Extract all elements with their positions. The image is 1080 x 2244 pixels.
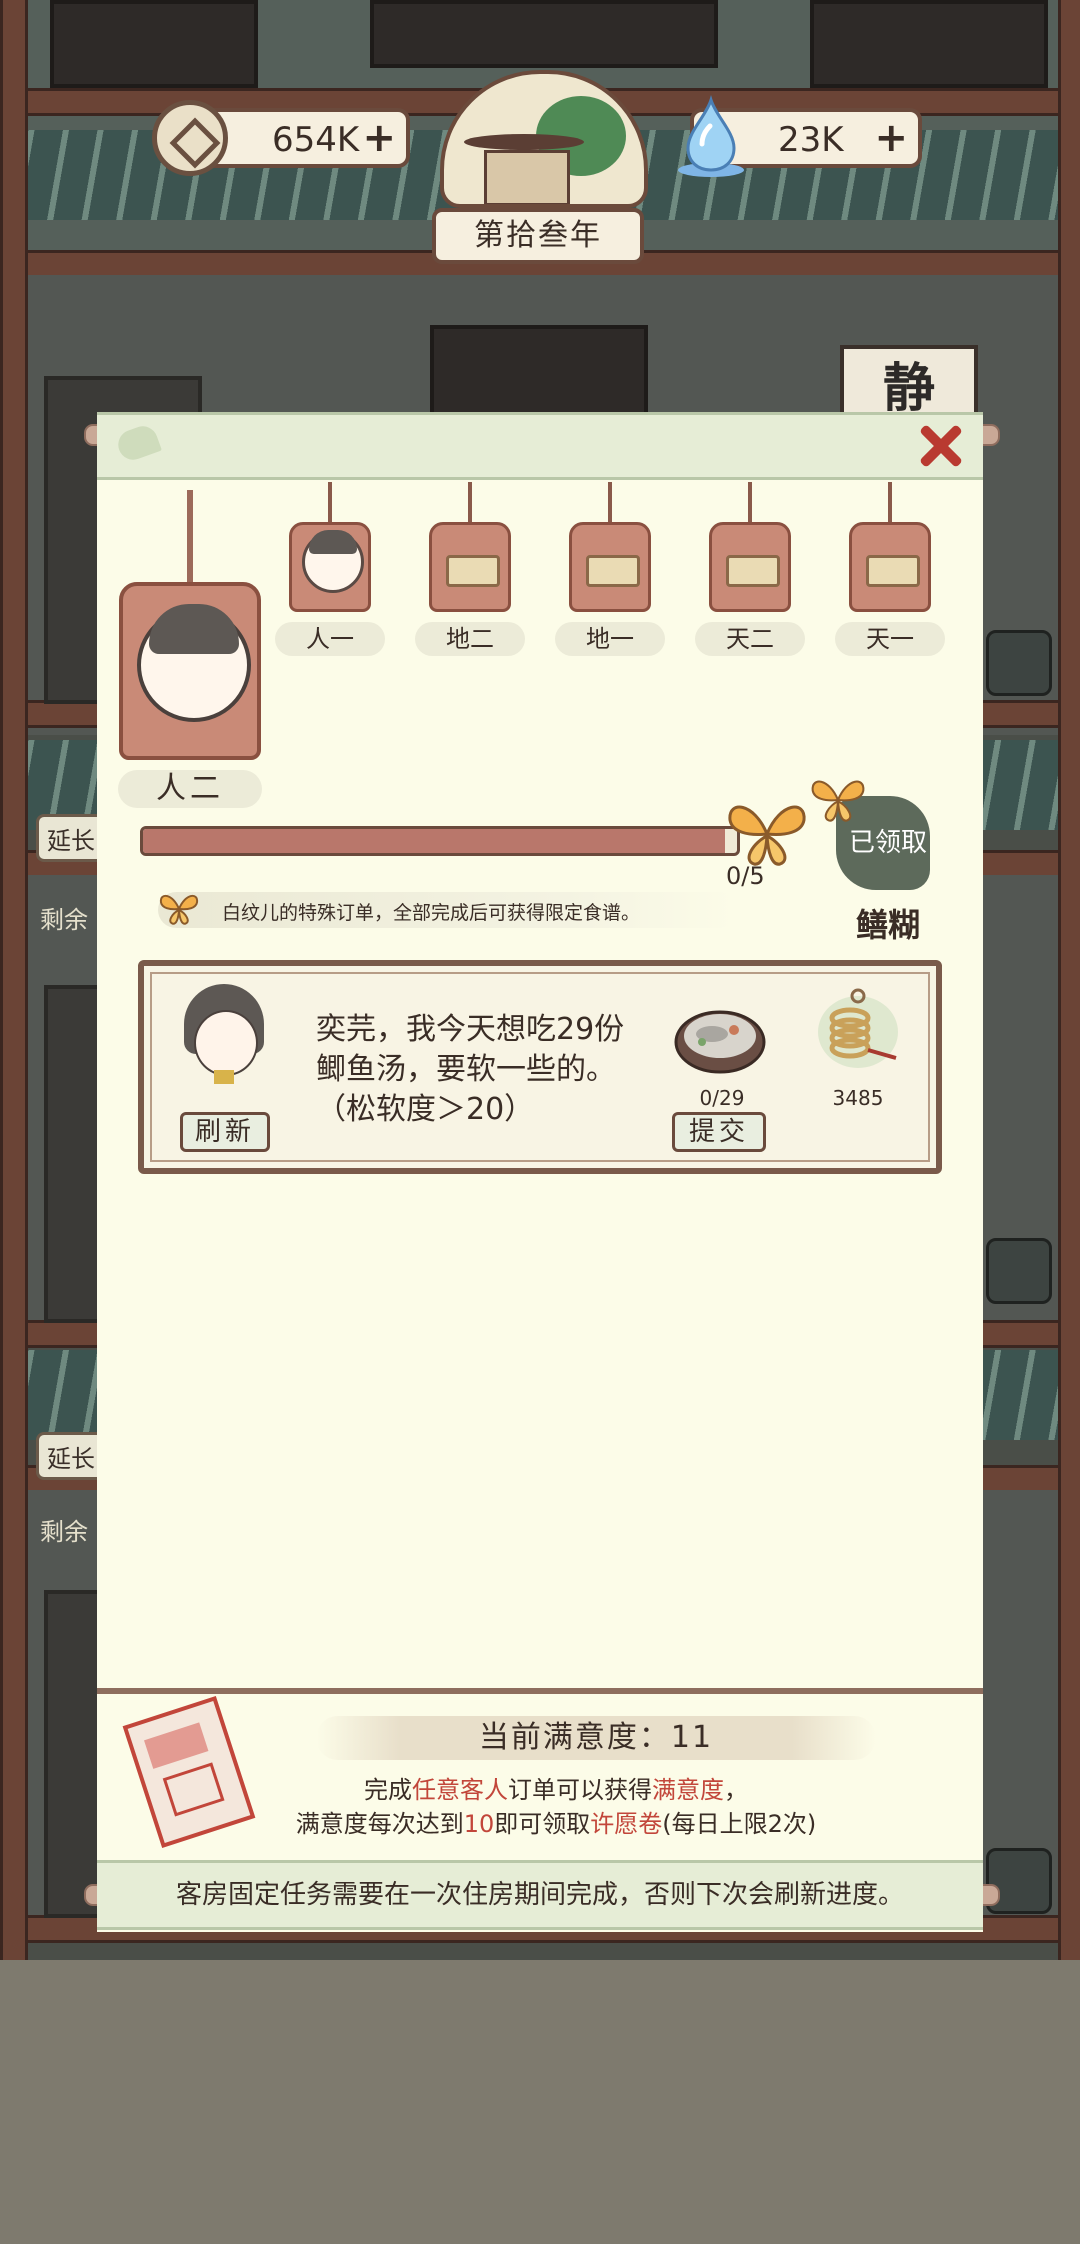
- lock-icon: [446, 555, 500, 587]
- stage-label: 地一: [555, 622, 665, 656]
- footer-note: 客房固定任务需要在一次住房期间完成，否则下次会刷新进度。: [97, 1860, 983, 1930]
- stage-label: 地二: [415, 622, 525, 656]
- butterfly-bullet-icon: [159, 894, 199, 925]
- remaining-label: 剩余: [40, 906, 88, 934]
- order-request-text: 奕芫，我今天想吃29份鲫鱼汤，要软一些的。（松软度＞20）: [316, 1012, 625, 1127]
- stage-tag-2[interactable]: 地二: [415, 482, 525, 656]
- reward-amount: 3485: [832, 1086, 884, 1110]
- lock-icon: [586, 555, 640, 587]
- current-stage-tag: 人二: [118, 490, 262, 808]
- guest-avatar-icon: [302, 530, 364, 593]
- year-label: 第拾叁年: [432, 208, 644, 264]
- dish-progress: 0/29: [699, 1086, 745, 1110]
- order-description: 白纹儿的特殊订单，全部完成后可获得限定食谱。: [222, 902, 641, 924]
- satisfaction-title: 当前满意度：11: [316, 1716, 876, 1760]
- add-spirit-button[interactable]: +: [874, 116, 908, 160]
- coin-string-reward-icon: [818, 988, 898, 1068]
- stage-tag-4[interactable]: 天二: [695, 482, 805, 656]
- stage-label: 人一: [275, 622, 385, 656]
- close-button[interactable]: [912, 418, 968, 474]
- remaining-label-2: 剩余: [40, 1518, 88, 1546]
- stage-tag-1[interactable]: 人一: [275, 482, 385, 656]
- coin-value: 654K: [272, 120, 360, 160]
- panel-header: [97, 412, 983, 480]
- lock-icon: [866, 555, 920, 587]
- fish-soup-dish-icon: [674, 1010, 766, 1074]
- stage-label: 天一: [835, 622, 945, 656]
- add-coins-button[interactable]: +: [362, 116, 396, 160]
- bottom-area: [0, 1960, 1080, 2244]
- submit-button[interactable]: 提交: [672, 1112, 766, 1152]
- lock-icon: [726, 555, 780, 587]
- spirit-value: 23K: [778, 120, 844, 160]
- satisfaction-rule-line-1: 完成任意客人订单可以获得满意度，: [364, 1776, 748, 1804]
- butterfly-icon: [728, 805, 806, 866]
- stage-label: 天二: [695, 622, 805, 656]
- butterfly-small-icon: [811, 780, 865, 822]
- section-divider: [97, 1688, 983, 1694]
- guest-avatar: [180, 984, 268, 1084]
- water-drop-icon: [678, 94, 744, 177]
- progress-fill: [143, 829, 726, 853]
- current-stage-label: 人二: [118, 770, 262, 808]
- refresh-button[interactable]: 刷新: [180, 1112, 270, 1152]
- guest-portrait-icon: [137, 604, 251, 722]
- coin-icon: [152, 100, 228, 176]
- stage-tag-3[interactable]: 地一: [555, 482, 665, 656]
- stage-tag-5[interactable]: 天一: [835, 482, 945, 656]
- satisfaction-rule-line-2: 满意度每次达到10即可领取许愿卷(每日上限2次): [295, 1810, 817, 1838]
- reward-recipe-name: 鳝糊: [855, 906, 920, 944]
- claimed-label: 已领取: [848, 828, 927, 858]
- order-progress-bar: [140, 826, 740, 856]
